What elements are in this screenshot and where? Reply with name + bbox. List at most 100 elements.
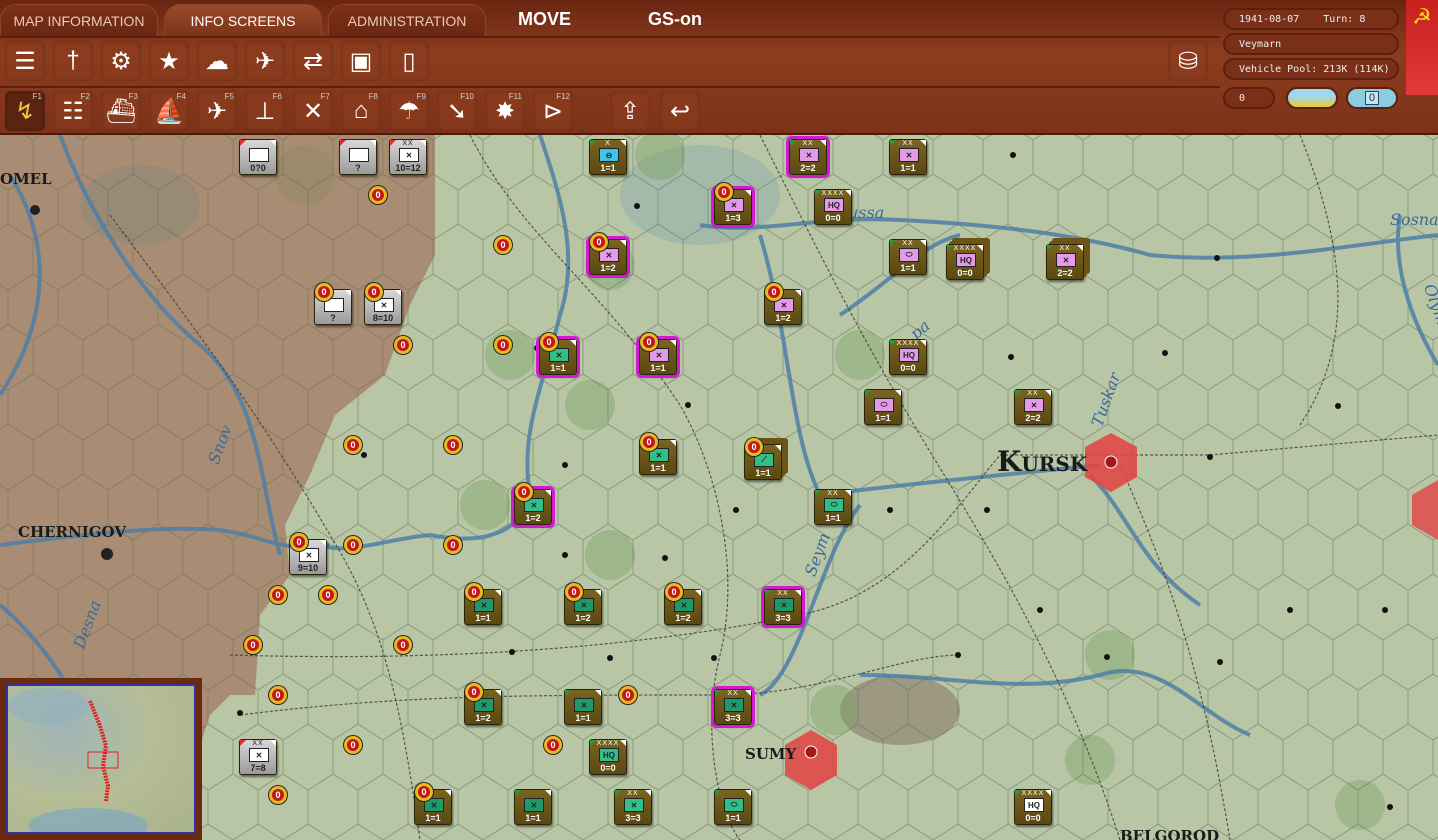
unit-counter[interactable]: XXXX HQ 0=0	[1014, 789, 1052, 825]
unit-counter[interactable]: ✕ 1=1 0	[536, 333, 580, 378]
air-transport-button[interactable]: ➘ F10	[437, 91, 477, 131]
unit-badge: 0	[540, 333, 558, 351]
unit-counter[interactable]: XX ✕ 7=8	[239, 739, 277, 775]
unit-counter[interactable]: ✕ 1=2 0	[564, 583, 602, 625]
move-path-button[interactable]: ↯ F1	[5, 91, 45, 131]
database-icon[interactable]: ⛁	[1168, 41, 1208, 81]
minimap-view[interactable]	[6, 684, 196, 834]
tab-administration[interactable]: ADMINISTRATION	[328, 4, 486, 36]
hex-marker-badge[interactable]: 0	[269, 686, 287, 704]
unit-strength: ?	[330, 313, 336, 323]
weather-indicator[interactable]	[1286, 87, 1338, 109]
unit-counter[interactable]: 0?0	[239, 139, 277, 175]
air-transfer-button[interactable]: ⇄	[293, 41, 333, 81]
losses-button[interactable]: †	[53, 41, 93, 81]
unit-counter[interactable]: ⟋ 1=1 0	[744, 438, 782, 480]
hex-marker-badge[interactable]: 0	[269, 586, 287, 604]
tab-info-screens[interactable]: INFO SCREENS	[164, 4, 322, 36]
unit-counter[interactable]: ⬭ 1=1	[714, 789, 752, 825]
unit-counter[interactable]: ✕ 1=2 0	[664, 583, 702, 625]
upload-button[interactable]: ⇪	[610, 91, 650, 131]
undo-button[interactable]: ↩	[660, 91, 700, 131]
hex-marker-badge[interactable]: 0	[494, 236, 512, 254]
paradrop-button[interactable]: ☂ F9	[389, 91, 429, 131]
unit-counter[interactable]: XXXX HQ 0=0	[814, 189, 852, 225]
unit-counter[interactable]: XX ✕ 1=1	[889, 139, 927, 175]
gs-status-label[interactable]: GS-on	[648, 9, 702, 30]
next-unit-button[interactable]: ⊳ F12	[533, 91, 573, 131]
leaders-button[interactable]: ★	[149, 41, 189, 81]
hex-marker-badge[interactable]: 0	[369, 186, 387, 204]
unit-counter[interactable]: ✕ 1=2 0	[464, 683, 502, 725]
unit-counter[interactable]: ✕ 1=1 0	[639, 433, 677, 475]
unit-size: XXXX	[953, 245, 977, 252]
unit-counter[interactable]: ✕ 8=10 0	[364, 283, 402, 325]
report-flag-button[interactable]: ▣	[341, 41, 381, 81]
hex-marker-badge[interactable]: 0	[344, 436, 362, 454]
report-flag-icon: ▣	[349, 47, 373, 75]
unit-counter[interactable]: XX ✕ 10=12	[389, 139, 427, 175]
unit-counter[interactable]: ⬭ 1=1	[864, 389, 902, 425]
unit-counter[interactable]: ✕ 1=3 0	[711, 183, 755, 228]
explosion-button[interactable]: ✸ F11	[485, 91, 525, 131]
unit-strength: 1=2	[475, 713, 491, 723]
unit-counter[interactable]: ✕ 1=2 0	[586, 233, 630, 278]
hotkey-label: F11	[508, 92, 522, 101]
unit-counter[interactable]: ✕ 1=2 0	[511, 483, 555, 528]
report-blank-button[interactable]: ▯	[389, 41, 429, 81]
unit-counter[interactable]: ? 0	[314, 283, 352, 325]
unit-type-icon: ✕	[899, 148, 919, 162]
naval-button[interactable]: ⛵ F4	[149, 91, 189, 131]
unit-counter[interactable]: XX ✕ 2=2	[1014, 389, 1052, 425]
hex-marker-badge[interactable]: 0	[269, 786, 287, 804]
toggle-button[interactable]: 0	[1346, 87, 1398, 109]
air-war-button[interactable]: ✈	[245, 41, 285, 81]
hex-marker-badge[interactable]: 0	[444, 536, 462, 554]
city-bomb-button[interactable]: ⌂ F8	[341, 91, 381, 131]
ground-bomb-button[interactable]: ⊥ F6	[245, 91, 285, 131]
hex-marker-badge[interactable]: 0	[394, 636, 412, 654]
hex-marker-badge[interactable]: 0	[319, 586, 337, 604]
unit-counter[interactable]: XX ⬭ 1=1	[814, 489, 852, 525]
tab-map-information[interactable]: MAP INFORMATION	[0, 4, 158, 36]
unit-counter[interactable]: ✕ 1=2 0	[764, 283, 802, 325]
hex-marker-badge[interactable]: 0	[494, 336, 512, 354]
unit-counter[interactable]: X ⊖ 1=1	[589, 139, 627, 175]
unit-strength: 2=2	[1025, 413, 1041, 423]
unit-counter[interactable]: XXXX HQ 0=0	[946, 244, 984, 280]
unit-counter[interactable]: XX ✕ 3=3	[761, 586, 805, 628]
unit-counter[interactable]: ✕ 1=1	[514, 789, 552, 825]
unit-counter[interactable]: ✕ 1=1 0	[636, 333, 680, 378]
naval-transport-button[interactable]: ⛴ F3	[101, 91, 141, 131]
unit-counter[interactable]: ✕ 9=10 0	[289, 533, 327, 575]
unit-counter[interactable]: ✕ 1=1	[564, 689, 602, 725]
unit-counter[interactable]: XX ✕ 2=2	[1046, 244, 1084, 280]
hex-marker-badge[interactable]: 0	[619, 686, 637, 704]
weather-button[interactable]: ☁	[197, 41, 237, 81]
hex-marker-badge[interactable]: 0	[244, 636, 262, 654]
unit-counter[interactable]: XXXX HQ 0=0	[589, 739, 627, 775]
hex-map[interactable]: OMEL CHERNIGOV Kursk SUMY BELGOROD ussa Sosna T…	[0, 135, 1438, 840]
airfield-bomb-button[interactable]: ✕ F7	[293, 91, 333, 131]
hex-marker-badge[interactable]: 0	[394, 336, 412, 354]
unit-status-corner	[775, 445, 781, 451]
unit-list-button[interactable]: ☰	[5, 41, 45, 81]
unit-counter[interactable]: XX ⬭ 1=1	[889, 239, 927, 275]
rail-button[interactable]: ☷ F2	[53, 91, 93, 131]
hex-marker-badge[interactable]: 0	[544, 736, 562, 754]
production-button[interactable]: ⚙	[101, 41, 141, 81]
unit-counter[interactable]: XX ✕ 3=3	[614, 789, 652, 825]
hex-marker-badge[interactable]: 0	[344, 536, 362, 554]
unit-counter[interactable]: XXXX HQ 0=0	[889, 339, 927, 375]
unit-counter[interactable]: ✕ 1=1 0	[414, 783, 452, 825]
unit-strength: 1=1	[550, 363, 566, 373]
hex-marker-badge[interactable]: 0	[444, 436, 462, 454]
unit-counter[interactable]: XX ✕ 2=2	[786, 136, 830, 178]
unit-counter[interactable]: XX ✕ 3=3	[711, 686, 755, 728]
air-recon-button[interactable]: ✈ F5	[197, 91, 237, 131]
unit-strength: 0=0	[825, 213, 841, 223]
unit-counter[interactable]: ?	[339, 139, 377, 175]
unit-counter[interactable]: ✕ 1=1 0	[464, 583, 502, 625]
minimap[interactable]	[0, 678, 202, 840]
hex-marker-badge[interactable]: 0	[344, 736, 362, 754]
